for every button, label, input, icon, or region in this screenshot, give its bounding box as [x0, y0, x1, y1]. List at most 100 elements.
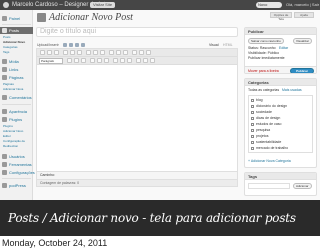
- menu-podpress[interactable]: podPress: [2, 182, 32, 189]
- category-item[interactable]: blog: [251, 98, 263, 103]
- menu-media[interactable]: Mídia: [2, 58, 32, 65]
- unlink-icon[interactable]: [116, 50, 121, 55]
- bullet-list-icon[interactable]: [63, 50, 68, 55]
- clear-format-icon[interactable]: [104, 58, 109, 63]
- category-item[interactable]: dicas de design: [251, 116, 280, 121]
- category-item[interactable]: sustentabilidade: [251, 140, 281, 145]
- more-tag-icon[interactable]: [123, 50, 128, 55]
- menu-separator: [2, 178, 31, 179]
- menu-posts[interactable]: Posts: [0, 27, 33, 34]
- page-title: Adicionar Novo Post: [49, 12, 133, 23]
- tag-input[interactable]: [248, 183, 290, 189]
- bold-icon[interactable]: [40, 50, 45, 55]
- category-item[interactable]: projetos: [251, 134, 268, 139]
- tools-icon: [2, 162, 7, 167]
- undo-icon[interactable]: [136, 58, 141, 63]
- spellcheck-icon[interactable]: [132, 50, 137, 55]
- appearance-icon: [2, 109, 7, 114]
- new-dropdown[interactable]: Novo: [256, 2, 282, 8]
- link-icon[interactable]: [109, 50, 114, 55]
- align-right-icon[interactable]: [100, 50, 105, 55]
- add-audio-icon[interactable]: [75, 43, 79, 47]
- publish-button[interactable]: Publicar: [290, 68, 314, 73]
- tab-all-categories[interactable]: Todas as categorias: [248, 88, 279, 93]
- checkbox[interactable]: [251, 111, 254, 114]
- category-item[interactable]: mercado de trabalho: [251, 146, 288, 151]
- checkbox[interactable]: [251, 99, 254, 102]
- tab-most-used[interactable]: Mais usadas: [282, 88, 302, 93]
- menu-dashboard[interactable]: Painel: [2, 15, 32, 22]
- submenu-tags[interactable]: Tags: [3, 50, 9, 55]
- checkbox[interactable]: [251, 123, 254, 126]
- checkbox[interactable]: [251, 117, 254, 120]
- redo-icon[interactable]: [143, 58, 148, 63]
- admin-bar: Marcelo Cardoso – Designer de Int... Vis…: [0, 0, 320, 10]
- submenu-add-page[interactable]: Adicionar Nova: [3, 87, 23, 92]
- paste-word-icon[interactable]: [97, 58, 102, 63]
- add-video-icon[interactable]: [69, 43, 73, 47]
- submenu-redirection[interactable]: Configuração de Redirection: [3, 139, 31, 149]
- text-color-icon[interactable]: [81, 58, 86, 63]
- indent-icon[interactable]: [127, 58, 132, 63]
- edit-status-link[interactable]: Editar: [279, 46, 288, 51]
- move-to-trash-link[interactable]: Mover para a lixeira: [248, 69, 279, 73]
- menu-comments[interactable]: Comentários: [2, 94, 32, 101]
- preview-button[interactable]: Visualizar: [293, 38, 312, 44]
- user-greeting[interactable]: Olá, marcelo | Sair: [286, 1, 319, 9]
- category-item[interactable]: estudos de caso: [251, 122, 282, 127]
- blockquote-icon[interactable]: [77, 50, 82, 55]
- add-media-icon[interactable]: [81, 43, 85, 47]
- checkbox[interactable]: [251, 141, 254, 144]
- numbered-list-icon[interactable]: [70, 50, 75, 55]
- footer-date: Monday, October 24, 2011: [2, 238, 108, 248]
- justify-icon[interactable]: [74, 58, 79, 63]
- checkbox[interactable]: [251, 105, 254, 108]
- underline-icon[interactable]: [67, 58, 72, 63]
- menu-appearance[interactable]: Aparência: [2, 108, 32, 115]
- wordpress-logo-icon[interactable]: [3, 2, 9, 8]
- menu-plugins[interactable]: Plugins: [2, 116, 32, 123]
- editor-body[interactable]: [37, 65, 237, 165]
- publish-box-title: Publicar: [245, 28, 316, 35]
- add-image-icon[interactable]: [63, 43, 67, 47]
- menu-separator: [2, 24, 31, 25]
- fullscreen-icon[interactable]: [139, 50, 144, 55]
- tags-box-title: Tags: [245, 173, 316, 180]
- menu-users[interactable]: Usuários: [2, 153, 32, 160]
- comments-icon: [2, 95, 7, 100]
- format-select[interactable]: Parágrafo: [39, 58, 63, 64]
- post-title-input[interactable]: Digite o título aqui: [36, 27, 238, 37]
- publish-box: Publicar Salvar como rascunho Visualizar…: [244, 27, 317, 74]
- wordpress-screenshot: Marcelo Cardoso – Designer de Int... Vis…: [0, 0, 320, 200]
- publish-schedule: Publicar imediatamente: [248, 56, 285, 60]
- editor-toolbar-row-2: Parágrafo: [37, 57, 237, 65]
- special-char-icon[interactable]: [113, 58, 118, 63]
- word-count: Contagem de palavras: 0: [36, 180, 238, 187]
- pages-icon: [2, 75, 7, 80]
- caption-band: Posts / Adicionar novo - tela para adici…: [0, 200, 320, 236]
- help-icon[interactable]: [150, 58, 155, 63]
- kitchen-sink-icon[interactable]: [146, 50, 151, 55]
- menu-settings[interactable]: Configurações: [2, 169, 35, 176]
- screen-options-tab[interactable]: Opções de Tela: [270, 12, 292, 21]
- menu-tools[interactable]: Ferramentas: [2, 161, 32, 168]
- help-tab[interactable]: Ajuda: [294, 12, 314, 18]
- visit-site-button[interactable]: Visitar Site: [90, 2, 116, 8]
- outdent-icon[interactable]: [120, 58, 125, 63]
- menu-pages[interactable]: Páginas: [2, 74, 32, 81]
- add-tag-button[interactable]: Adicionar: [293, 183, 312, 189]
- align-left-icon[interactable]: [86, 50, 91, 55]
- add-new-category-link[interactable]: + Adicionar Nova Categoria: [248, 159, 291, 164]
- checkbox[interactable]: [251, 147, 254, 150]
- menu-links[interactable]: Links: [2, 66, 32, 73]
- paste-text-icon[interactable]: [90, 58, 95, 63]
- checkbox[interactable]: [251, 129, 254, 132]
- category-item[interactable]: pesquisa: [251, 128, 270, 133]
- category-item[interactable]: sociedade: [251, 110, 272, 115]
- save-draft-button[interactable]: Salvar como rascunho: [248, 38, 284, 44]
- italic-icon[interactable]: [47, 50, 52, 55]
- category-item[interactable]: dicionário do design: [251, 104, 287, 109]
- align-center-icon[interactable]: [93, 50, 98, 55]
- strikethrough-icon[interactable]: [54, 50, 59, 55]
- checkbox[interactable]: [251, 135, 254, 138]
